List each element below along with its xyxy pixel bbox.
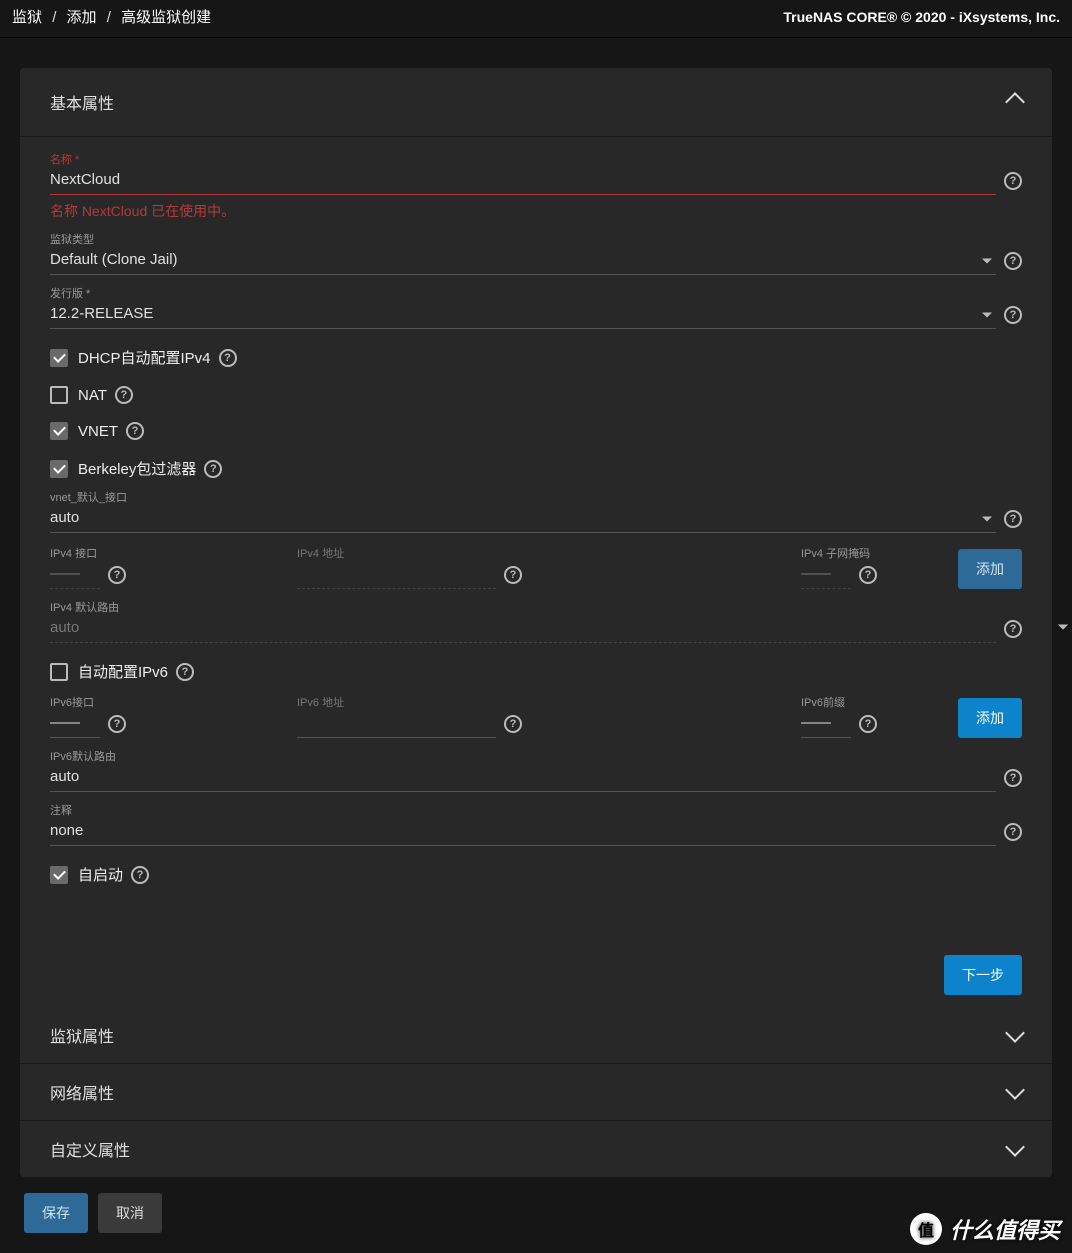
ip6if-label: IPv6接口: [50, 694, 285, 710]
help-icon[interactable]: ?: [859, 566, 877, 584]
help-icon[interactable]: ?: [1004, 769, 1022, 787]
ipv4-add-button[interactable]: 添加: [958, 549, 1022, 589]
dhcp-label: DHCP自动配置IPv4: [78, 347, 211, 368]
help-icon[interactable]: ?: [504, 566, 522, 584]
vnetif-label: vnet_默认_接口: [50, 489, 1022, 505]
help-icon[interactable]: ?: [176, 663, 194, 681]
chevron-down-icon: [1005, 1080, 1025, 1100]
ip4if-label: IPv4 接口: [50, 545, 285, 561]
vnet-label: VNET: [78, 423, 118, 440]
panel-custom-header[interactable]: 自定义属性: [20, 1121, 1052, 1177]
name-input[interactable]: [50, 167, 996, 195]
ip6addr-label: IPv6 地址: [297, 694, 789, 710]
caret-down-icon: [982, 259, 992, 264]
breadcrumb-jails[interactable]: 监狱: [12, 9, 42, 26]
copyright-text: TrueNAS CORE® © 2020 - iXsystems, Inc.: [783, 9, 1060, 25]
ip6pref-select[interactable]: ——: [801, 710, 851, 738]
breadcrumb-advanced[interactable]: 高级监狱创建: [121, 9, 211, 26]
ipv6-add-button[interactable]: 添加: [958, 698, 1022, 738]
chevron-down-icon: [1005, 1137, 1025, 1157]
next-button[interactable]: 下一步: [944, 955, 1022, 995]
name-label: 名称 *: [50, 151, 1022, 167]
notes-input[interactable]: [50, 818, 996, 846]
release-select[interactable]: 12.2-RELEASE: [50, 301, 996, 329]
panel-network-header[interactable]: 网络属性: [20, 1064, 1052, 1121]
panel-network-title: 网络属性: [50, 1080, 114, 1104]
breadcrumb-sep: /: [101, 9, 117, 26]
notes-label: 注释: [50, 802, 1022, 818]
ip4route-input: [50, 615, 996, 643]
form-card: 基本属性 名称 * ? 名称 NextCloud 已在使用中。 监狱类型 Def…: [20, 68, 1052, 1177]
watermark: 值 什么值得买: [910, 1213, 1060, 1245]
nat-checkbox[interactable]: [50, 386, 68, 404]
help-icon[interactable]: ?: [1004, 252, 1022, 270]
ip6if-select[interactable]: ——: [50, 710, 100, 738]
type-label: 监狱类型: [50, 231, 1022, 247]
watermark-badge-icon: 值: [910, 1213, 942, 1245]
chevron-up-icon: [1005, 92, 1025, 112]
help-icon[interactable]: ?: [1004, 510, 1022, 528]
help-icon[interactable]: ?: [204, 460, 222, 478]
help-icon[interactable]: ?: [126, 422, 144, 440]
ip4route-label: IPv4 默认路由: [50, 599, 1022, 615]
caret-down-icon: [982, 517, 992, 522]
ip6route-input[interactable]: [50, 764, 996, 792]
release-label: 发行版 *: [50, 285, 1022, 301]
panel-jail-header[interactable]: 监狱属性: [20, 1007, 1052, 1064]
help-icon[interactable]: ?: [1004, 306, 1022, 324]
save-button[interactable]: 保存: [24, 1193, 88, 1233]
help-icon[interactable]: ?: [108, 715, 126, 733]
ipv6auto-label: 自动配置IPv6: [78, 661, 168, 682]
help-icon[interactable]: ?: [115, 386, 133, 404]
help-icon[interactable]: ?: [131, 866, 149, 884]
type-select[interactable]: Default (Clone Jail): [50, 247, 996, 275]
ip6pref-label: IPv6前缀: [801, 694, 946, 710]
ip4addr-label: IPv4 地址: [297, 545, 789, 561]
berkeley-label: Berkeley包过滤器: [78, 458, 196, 479]
help-icon[interactable]: ?: [1004, 620, 1022, 638]
ip6route-label: IPv6默认路由: [50, 748, 1022, 764]
chevron-down-icon: [1005, 1023, 1025, 1043]
vnet-checkbox[interactable]: [50, 422, 68, 440]
cancel-button[interactable]: 取消: [98, 1193, 162, 1233]
autostart-label: 自启动: [78, 864, 123, 885]
help-icon[interactable]: ?: [219, 349, 237, 367]
autostart-checkbox[interactable]: [50, 866, 68, 884]
top-bar: 监狱 / 添加 / 高级监狱创建 TrueNAS CORE® © 2020 - …: [0, 0, 1072, 38]
nat-label: NAT: [78, 387, 107, 404]
ip4mask-label: IPv4 子网掩码: [801, 545, 946, 561]
help-icon[interactable]: ?: [108, 566, 126, 584]
help-icon[interactable]: ?: [1004, 172, 1022, 190]
name-error: 名称 NextCloud 已在使用中。: [50, 201, 1022, 221]
help-icon[interactable]: ?: [504, 715, 522, 733]
ip4mask-select: ——: [801, 561, 851, 589]
breadcrumb-sep: /: [46, 9, 62, 26]
panel-jail-title: 监狱属性: [50, 1023, 114, 1047]
ip4if-select: ——: [50, 561, 100, 589]
berkeley-checkbox[interactable]: [50, 460, 68, 478]
watermark-text: 什么值得买: [950, 1213, 1060, 1245]
panel-basic-title: 基本属性: [50, 90, 114, 114]
vnetif-select[interactable]: auto: [50, 505, 996, 533]
ipv6auto-checkbox[interactable]: [50, 663, 68, 681]
ip6addr-input[interactable]: [297, 710, 496, 738]
help-icon[interactable]: ?: [859, 715, 877, 733]
panel-custom-title: 自定义属性: [50, 1137, 130, 1161]
help-icon[interactable]: ?: [1004, 823, 1022, 841]
dhcp-checkbox[interactable]: [50, 349, 68, 367]
breadcrumb-add[interactable]: 添加: [67, 9, 97, 26]
panel-basic-header[interactable]: 基本属性: [20, 68, 1052, 137]
ip4addr-input: [297, 561, 496, 589]
caret-down-icon: [982, 313, 992, 318]
breadcrumb: 监狱 / 添加 / 高级监狱创建: [12, 6, 211, 27]
